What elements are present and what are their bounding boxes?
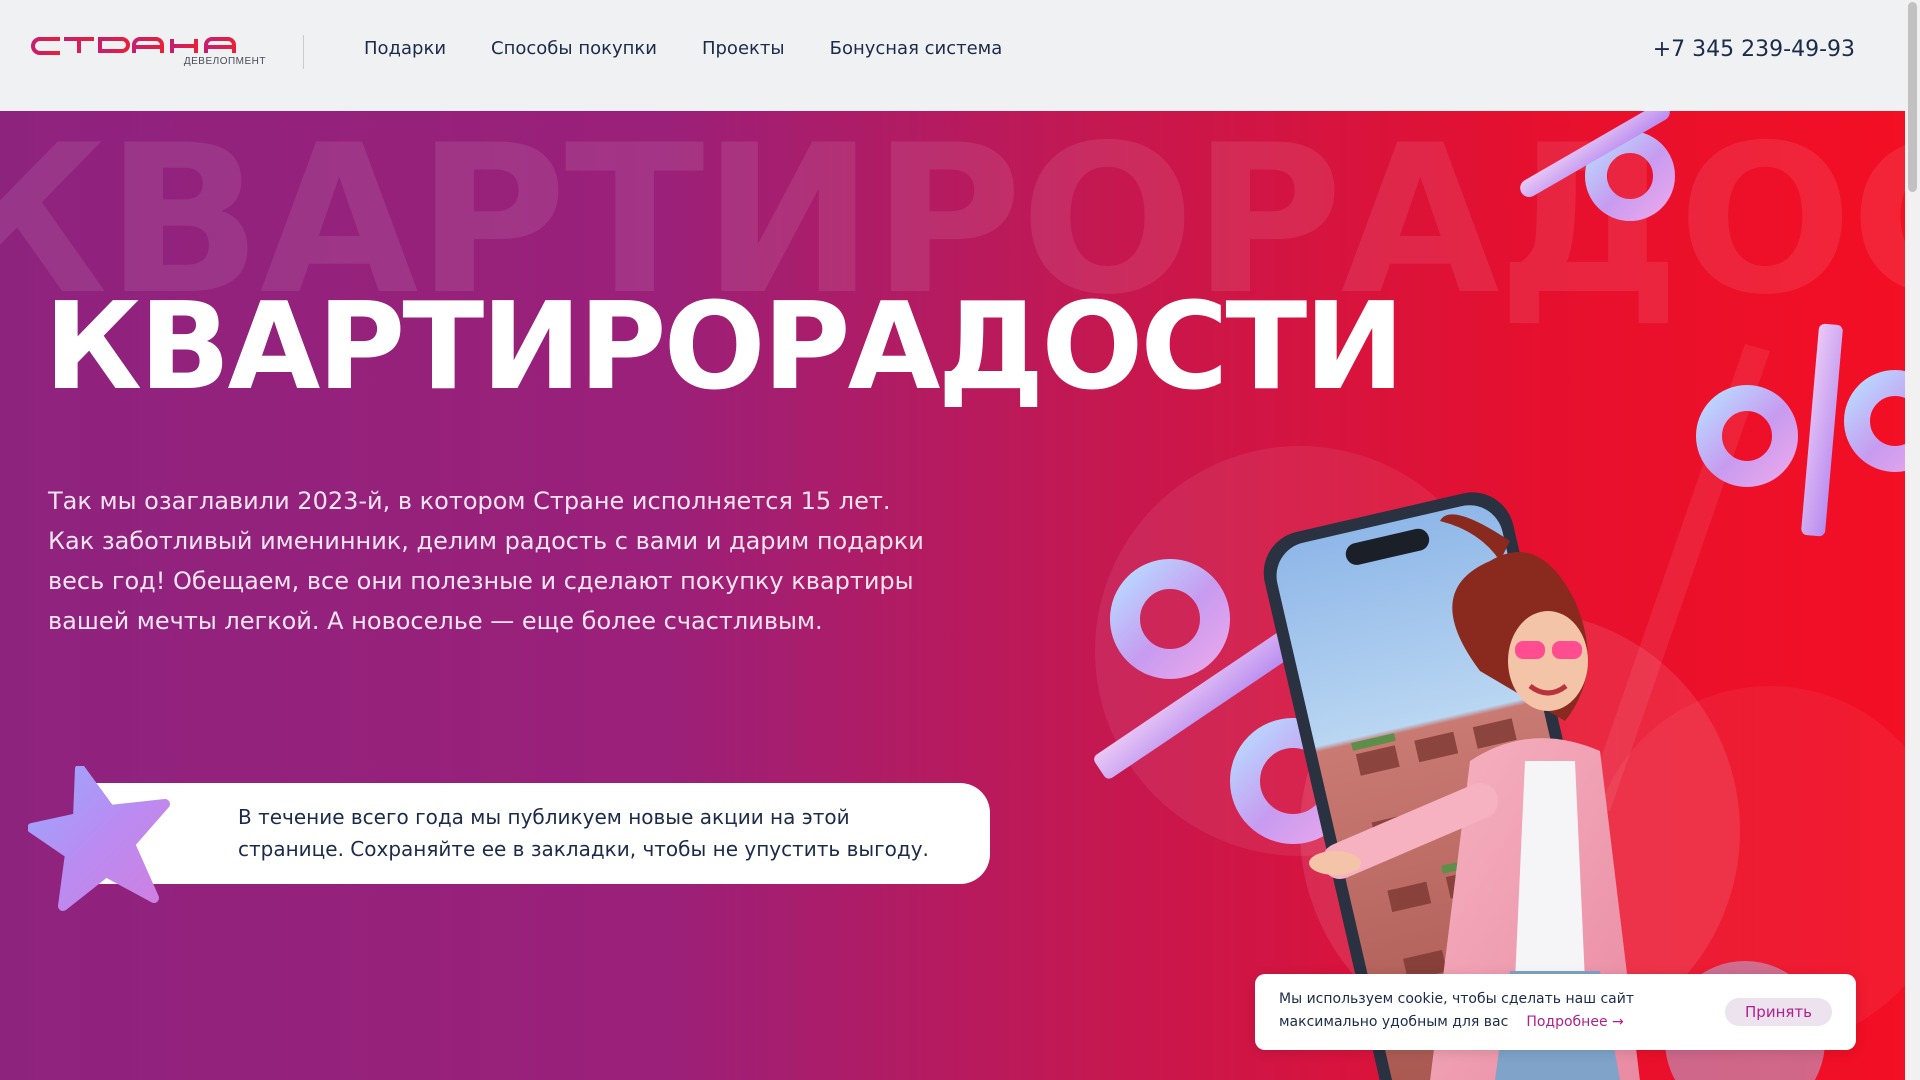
cookie-line: Мы используем cookie, чтобы сделать наш … xyxy=(1279,991,1635,1007)
header-divider xyxy=(303,35,304,69)
percent-slash-back xyxy=(1585,344,1770,811)
logo-wordmark xyxy=(31,37,236,55)
hero-description-line: вашей мечты легкой. А новоселье — еще бо… xyxy=(48,607,823,635)
site-header: девелопмент Подарки Способы покупки Прое… xyxy=(0,0,1905,111)
hero-description-line: Как заботливый именинник, делим радость … xyxy=(48,527,924,555)
cookie-line-2: максимально удобным для вас Подробнее → xyxy=(1279,1011,1634,1034)
cookie-accept-button[interactable]: Принять xyxy=(1725,998,1832,1026)
hero-section: КВАРТИРОРАДОСТИ xyxy=(0,111,1905,1080)
percent-ring-left xyxy=(1094,559,1356,844)
cookie-more-link[interactable]: Подробнее → xyxy=(1526,1014,1623,1030)
star-icon xyxy=(28,766,170,911)
hero-description-line: весь год! Обещаем, все они полезные и сд… xyxy=(48,567,914,595)
page-scrollbar[interactable] xyxy=(1905,0,1920,1080)
percent-ring-right xyxy=(1696,323,1905,537)
nav-item-projects[interactable]: Проекты xyxy=(702,38,785,59)
bookmark-notice: В течение всего года мы публикуем новые … xyxy=(96,783,990,884)
bookmark-notice-text: В течение всего года мы публикуем новые … xyxy=(238,801,958,865)
bg-circle-large xyxy=(1095,446,1505,856)
scrollbar-thumb[interactable] xyxy=(1908,2,1917,192)
phone-link[interactable]: +7 345 239-49-93 xyxy=(1653,37,1855,62)
cookie-banner: Мы используем cookie, чтобы сделать наш … xyxy=(1255,974,1856,1050)
nav-item-gifts[interactable]: Подарки xyxy=(364,38,446,59)
cookie-line: максимально удобным для вас xyxy=(1279,1014,1509,1030)
logo[interactable]: девелопмент xyxy=(30,33,266,71)
logo-subtitle: девелопмент xyxy=(183,56,266,67)
nav-item-bonus-system[interactable]: Бонусная система xyxy=(830,38,1003,59)
main-nav: Подарки Способы покупки Проекты Бонусная… xyxy=(364,38,1047,59)
hero-description-line: Так мы озаглавили 2023-й, в котором Стра… xyxy=(48,487,891,515)
cookie-text: Мы используем cookie, чтобы сделать наш … xyxy=(1279,988,1634,1034)
hero-description: Так мы озаглавили 2023-й, в котором Стра… xyxy=(48,481,968,641)
nav-item-purchase-methods[interactable]: Способы покупки xyxy=(491,38,657,59)
hero-title: КВАРТИРОРАДОСТИ xyxy=(44,278,1405,417)
notice-line: странице. Сохраняйте ее в закладки, чтоб… xyxy=(238,837,929,861)
notice-line: В течение всего года мы публикуем новые … xyxy=(238,805,850,829)
